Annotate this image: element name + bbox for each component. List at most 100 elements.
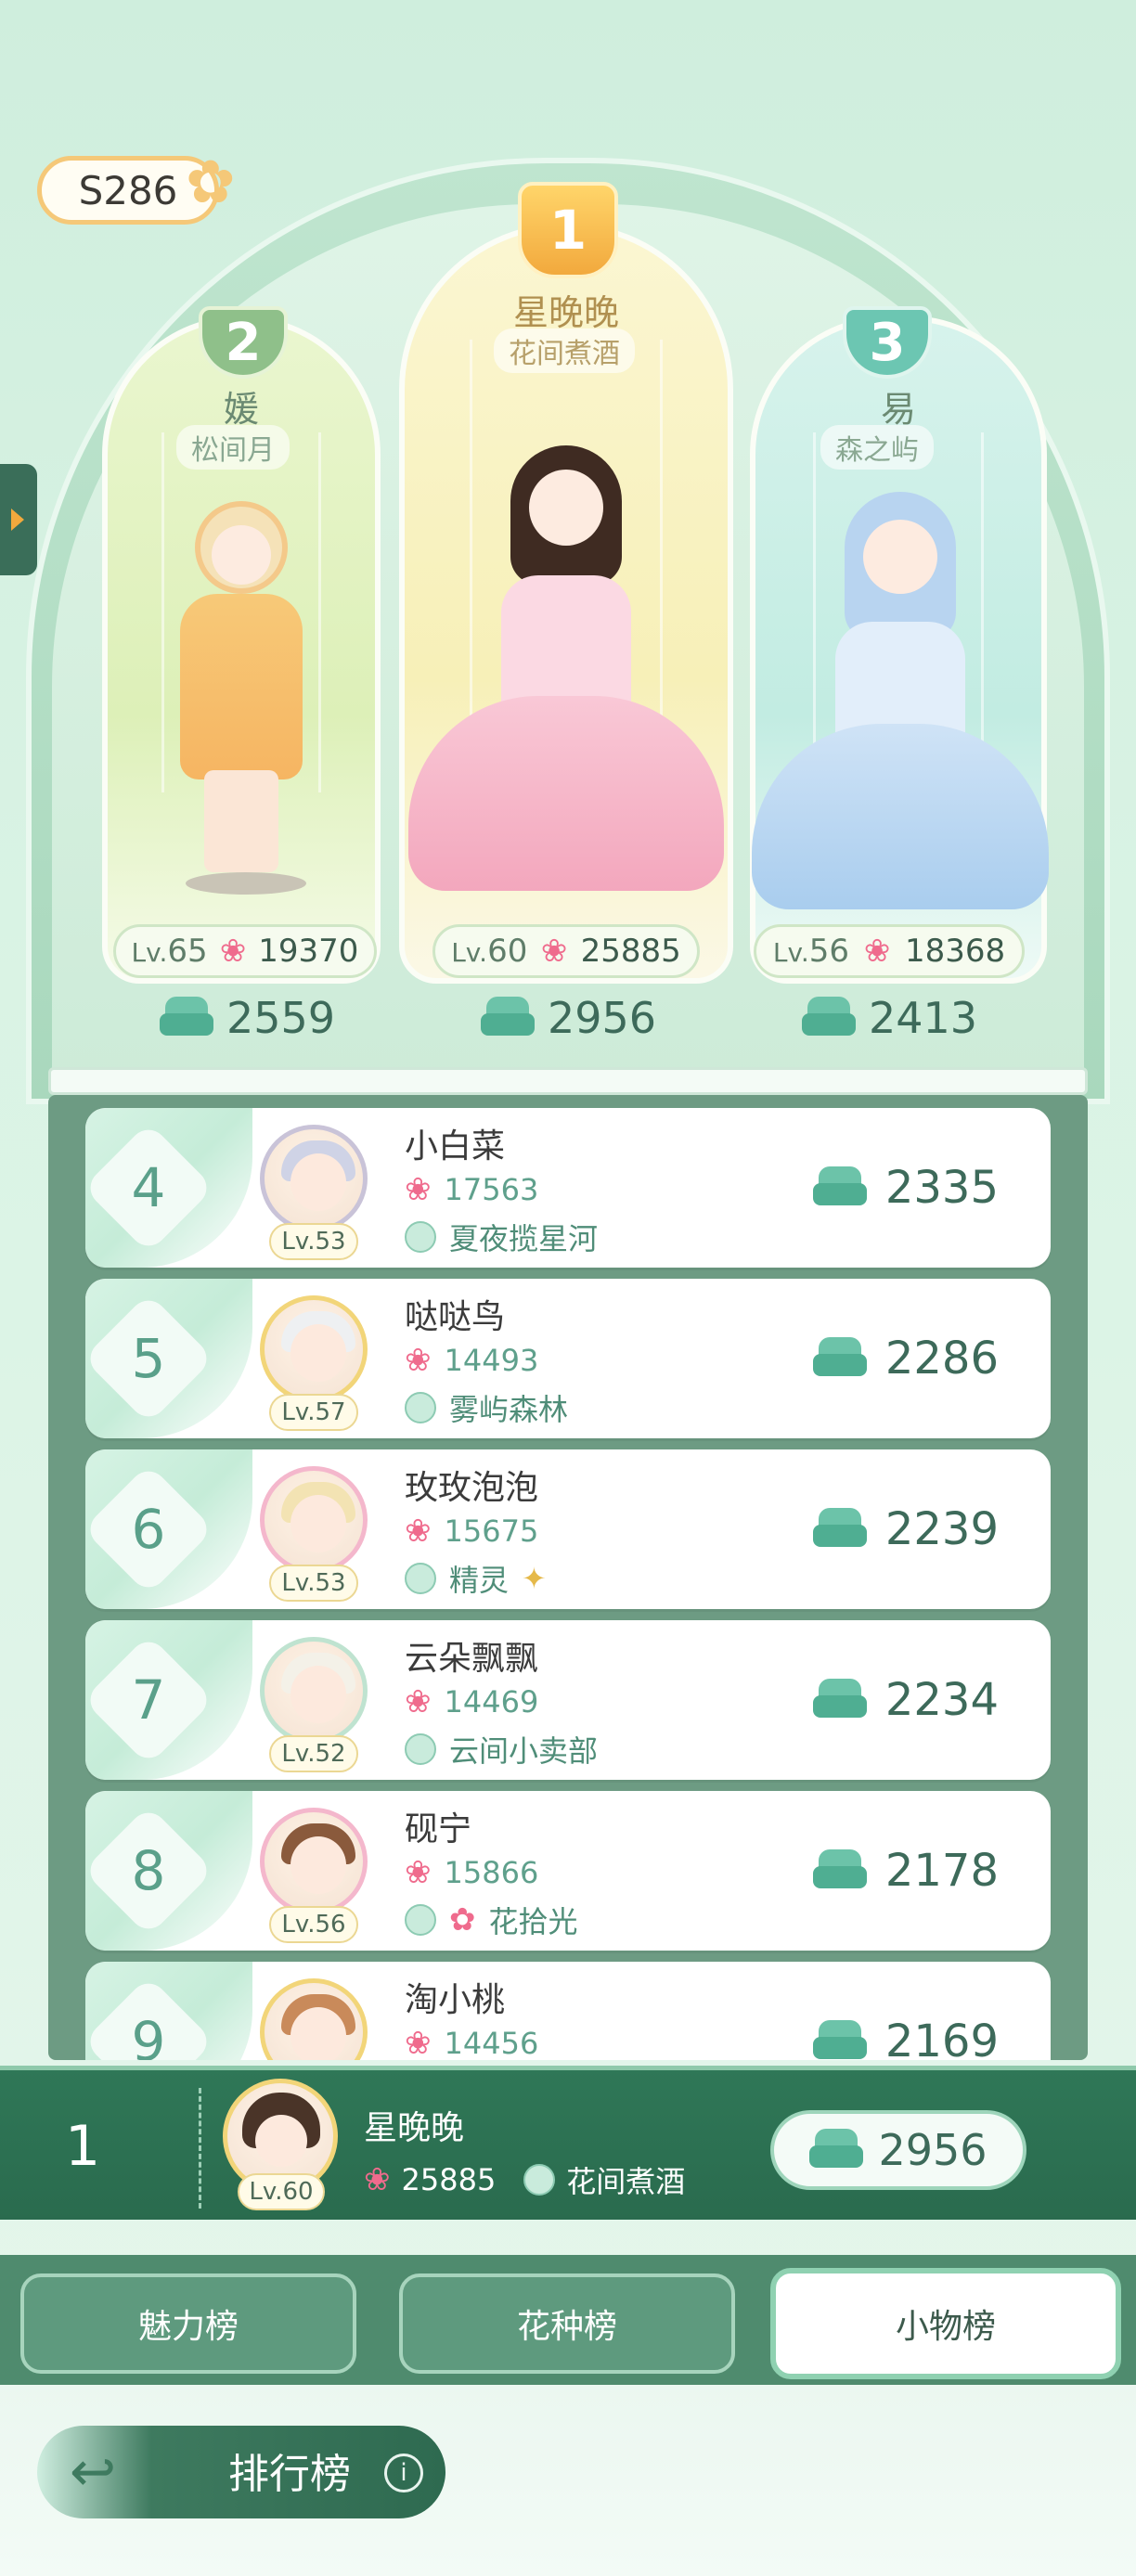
score-value: 2413 [869, 993, 978, 1043]
rank-number: 5 [131, 1327, 166, 1390]
sofa-icon [802, 997, 856, 1039]
sofa-icon [481, 997, 535, 1039]
level-badge: Lv.56 [269, 1906, 358, 1943]
sofa-icon [812, 1508, 867, 1551]
my-guild: 花间煮酒 [566, 2164, 686, 2199]
guild-icon [523, 2164, 556, 2196]
flower-icon: ❀ [405, 2025, 432, 2060]
points: ❀ 14456 [405, 2025, 539, 2060]
avatar[interactable] [260, 1978, 368, 2060]
my-points: 25885 [401, 2162, 497, 2197]
guild: 云间小卖部 [405, 1728, 598, 1771]
level-label: Lv.56 [772, 933, 850, 970]
divider [199, 2088, 201, 2209]
rank-number: 4 [131, 1156, 166, 1219]
guild-icon [405, 1392, 436, 1423]
player-name: 淘小桃 [405, 1981, 506, 2019]
tab-small-items[interactable]: 小物榜 [770, 2268, 1121, 2379]
list-item[interactable]: 9 淘小桃 ❀ 14456 2169 [85, 1962, 1051, 2060]
sofa-icon [812, 1166, 867, 1209]
level-badge: Lv.57 [269, 1394, 358, 1431]
guild: 夏夜揽星河 [405, 1216, 598, 1258]
guild-icon [405, 1733, 436, 1765]
player-name: 砚宁 [405, 1810, 472, 1848]
fairy-icon: ✦ [522, 1561, 547, 1596]
page-title: 排行榜 [228, 2451, 351, 2498]
list-item[interactable]: 8 Lv.56 砚宁 ❀ 15866 ✿ 花拾光 2178 [85, 1791, 1051, 1951]
score: 2234 [812, 1674, 999, 1726]
sofa-icon [812, 1337, 867, 1380]
podium-name-3rd: 易 [880, 389, 916, 430]
flower-icon: ❀ [405, 1683, 432, 1720]
season-label: S286 [78, 167, 178, 213]
podium-stats-3rd: Lv.56 ❀ 18368 [754, 924, 1025, 978]
flower-icon: ❀ [405, 1171, 432, 1208]
sofa-icon [812, 1849, 867, 1892]
back-arrow-icon[interactable]: ↩ [48, 2435, 137, 2509]
score: 2239 [812, 1503, 999, 1555]
sofa-icon [812, 1679, 867, 1721]
flower-icon: ❀ [863, 933, 891, 970]
my-name: 星晚晚 [364, 2109, 465, 2147]
list-item[interactable]: 7 Lv.52 云朵飘飘 ❀ 14469 云间小卖部 2234 [85, 1620, 1051, 1780]
podium-name-1st: 星晚晚 [512, 292, 619, 333]
points: ❀ 17563 [405, 1171, 539, 1208]
list-item[interactable]: 4 Lv.53 小白菜 ❀ 17563 夏夜揽星河 2335 [85, 1108, 1051, 1268]
avatar[interactable] [260, 1808, 368, 1915]
points: ❀ 14469 [405, 1683, 539, 1720]
rank-number: 7 [131, 1668, 166, 1732]
podium-score-3rd: 2413 [802, 993, 977, 1043]
ranking-list[interactable]: 4 Lv.53 小白菜 ❀ 17563 夏夜揽星河 2335 5 Lv.57 哒哒… [85, 1104, 1051, 2060]
points: ❀ 14493 [405, 1342, 539, 1379]
podium-stats-1st: Lv.60 ❀ 25885 [432, 924, 700, 978]
level-label: Lv.65 [131, 933, 208, 970]
flower-icon: ❀ [405, 1513, 432, 1550]
side-expand-arrow[interactable] [0, 464, 37, 575]
info-button[interactable]: i [384, 2454, 423, 2492]
score: 2335 [812, 1162, 999, 1214]
level-badge: Lv.52 [269, 1735, 358, 1772]
avatar[interactable] [260, 1466, 368, 1574]
guild: ✿ 花拾光 [405, 1899, 578, 1941]
podium-shelf [48, 1067, 1088, 1095]
guild: 精灵 ✦ [405, 1557, 547, 1600]
flower-icon: ❀ [405, 1342, 432, 1379]
rank-number: 9 [131, 2010, 166, 2060]
score-value: 2559 [226, 993, 336, 1043]
podium-guild-3rd: 森之屿 [820, 425, 934, 470]
rank-number: 6 [131, 1498, 166, 1561]
flower-icon: ❀ [540, 933, 568, 970]
flower-decoration-icon: ✿ [186, 148, 236, 217]
tab-flower-seeds[interactable]: 花种榜 [399, 2273, 735, 2374]
podium-stats-2nd: Lv.65 ❀ 19370 [113, 924, 377, 978]
avatar[interactable] [260, 1295, 368, 1403]
player-name: 哒哒鸟 [405, 1298, 506, 1336]
podium-score-2nd: 2559 [160, 993, 335, 1043]
podium-guild-2nd: 松间月 [176, 425, 290, 470]
list-item[interactable]: 6 Lv.53 玫玫泡泡 ❀ 15675 精灵 ✦ 2239 [85, 1449, 1051, 1609]
my-rank-number: 1 [65, 2114, 101, 2179]
crown-icon: 1 [518, 182, 618, 278]
sofa-icon [812, 2020, 867, 2060]
tab-charm[interactable]: 魅力榜 [20, 2273, 356, 2374]
level-badge: Lv.53 [269, 1223, 358, 1260]
my-stats: ❀ 25885 花间煮酒 [364, 2158, 685, 2201]
score-value: 2956 [548, 993, 657, 1043]
points: ❀ 15675 [405, 1513, 539, 1550]
podium-guild-1st: 花间煮酒 [494, 328, 635, 373]
sofa-icon [809, 2129, 864, 2171]
points-value: 19370 [258, 933, 359, 970]
rank-number: 8 [131, 1839, 166, 1902]
my-level-badge: Lv.60 [238, 2173, 325, 2210]
player-name: 小白菜 [405, 1127, 506, 1166]
podium-score-1st: 2956 [481, 993, 656, 1043]
points: ❀ 15866 [405, 1854, 539, 1891]
avatar[interactable] [260, 1125, 368, 1232]
character-figure-1st [390, 436, 742, 909]
avatar[interactable] [260, 1637, 368, 1745]
guild-icon [405, 1563, 436, 1594]
score: 2286 [812, 1333, 999, 1385]
list-item[interactable]: 5 Lv.57 哒哒鸟 ❀ 14493 雾屿森林 2286 [85, 1279, 1051, 1438]
flower-icon: ❀ [219, 933, 247, 970]
score: 2178 [812, 1845, 999, 1897]
